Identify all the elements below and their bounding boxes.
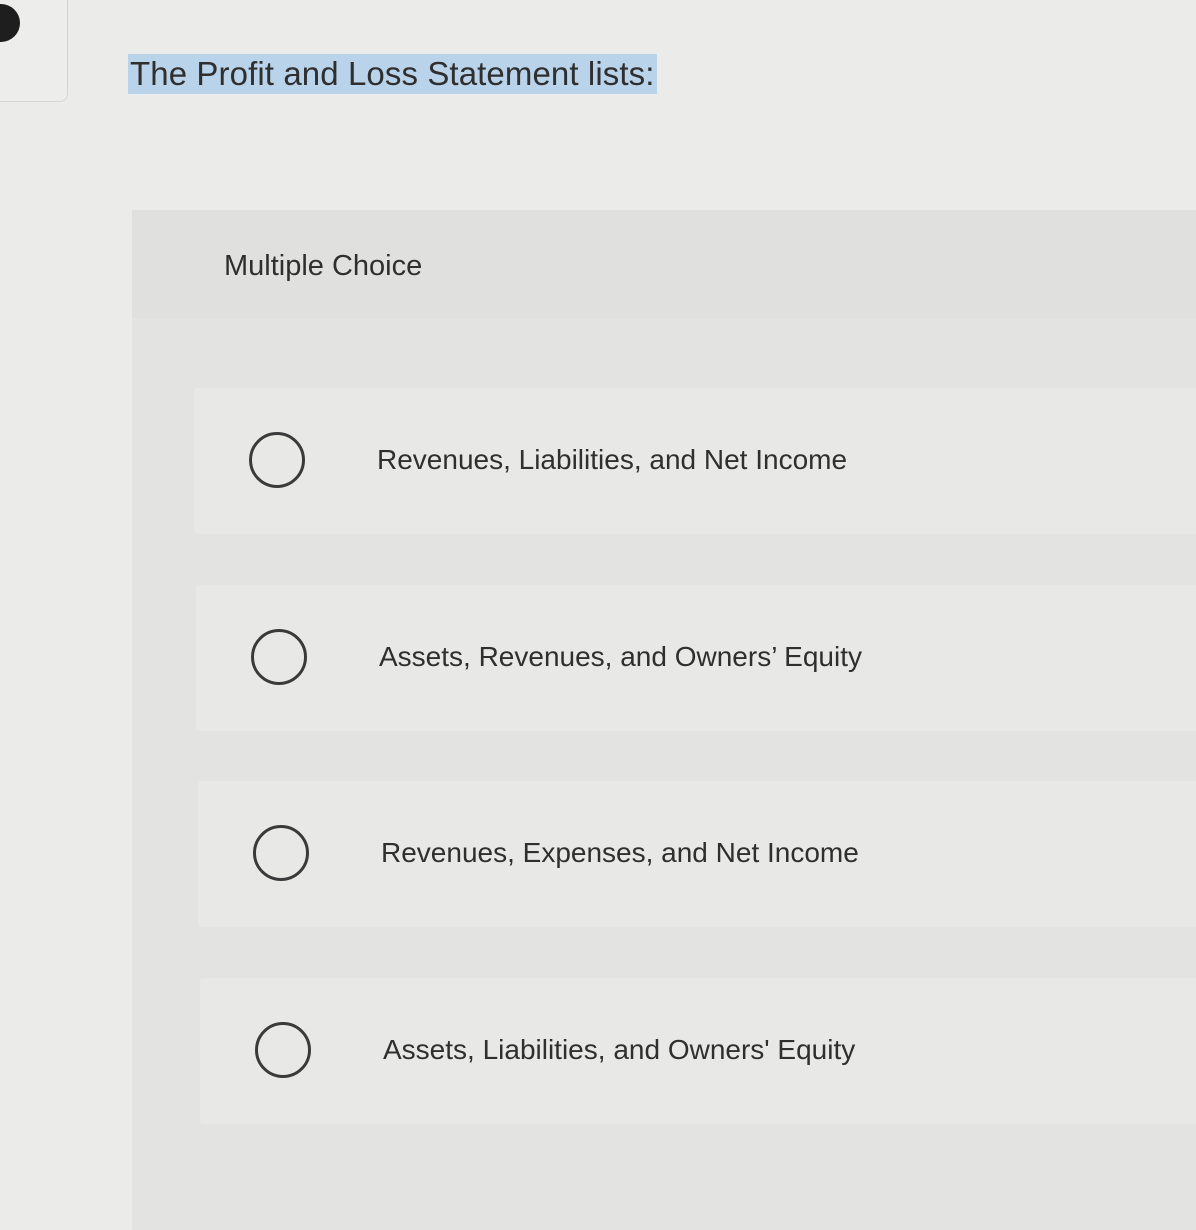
- radio-button-icon[interactable]: [249, 432, 305, 488]
- radio-button-icon[interactable]: [255, 1022, 311, 1078]
- radio-button-icon[interactable]: [251, 629, 307, 685]
- panel-title: Multiple Choice: [224, 250, 423, 282]
- multiple-choice-panel: Multiple Choice Revenues, Liabilities, a…: [132, 210, 1196, 1230]
- panel-header: Multiple Choice: [132, 210, 1196, 318]
- choice-label: Revenues, Liabilities, and Net Income: [377, 444, 848, 475]
- choice-label: Assets, Liabilities, and Owners' Equity: [383, 1034, 856, 1065]
- choice-option-2[interactable]: Assets, Revenues, and Owners’ Equity: [196, 585, 1196, 731]
- choice-label: Assets, Revenues, and Owners’ Equity: [379, 641, 862, 672]
- choice-option-3[interactable]: Revenues, Expenses, and Net Income: [198, 781, 1196, 927]
- choice-option-4[interactable]: Assets, Liabilities, and Owners' Equity: [200, 978, 1196, 1124]
- radio-button-icon[interactable]: [253, 825, 309, 881]
- choice-option-1[interactable]: Revenues, Liabilities, and Net Income: [194, 388, 1196, 534]
- choice-label: Revenues, Expenses, and Net Income: [381, 837, 859, 868]
- question-text: The Profit and Loss Statement lists:: [128, 54, 657, 94]
